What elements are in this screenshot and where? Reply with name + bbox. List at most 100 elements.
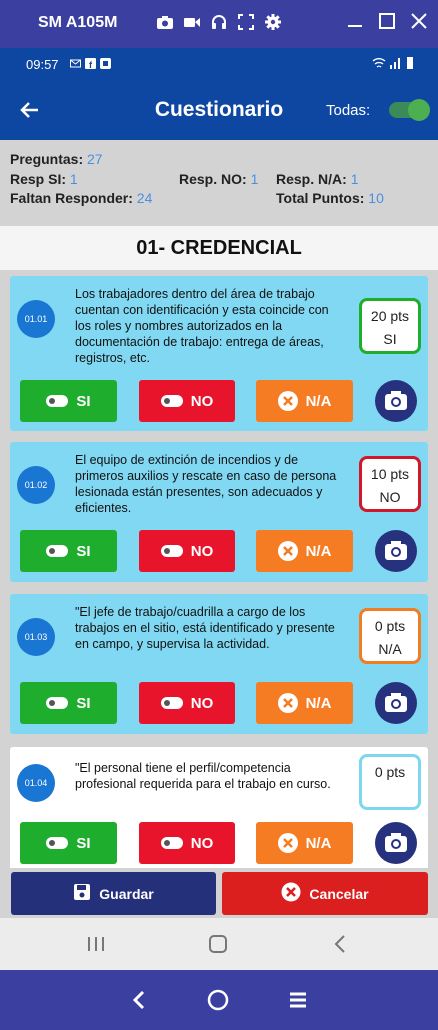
preguntas-value: 27 — [87, 151, 103, 167]
back-icon[interactable] — [330, 934, 350, 954]
points-value: 0 pts — [374, 764, 406, 780]
cancel-button[interactable]: Cancelar — [222, 872, 428, 915]
si-label: SI — [76, 392, 91, 410]
todas-toggle[interactable] — [389, 99, 430, 121]
home-icon[interactable] — [208, 934, 228, 954]
si-button[interactable]: SI — [20, 380, 117, 422]
no-label: NO — [190, 834, 214, 852]
total-value: 10 — [368, 190, 384, 206]
toggle-icon — [160, 545, 183, 557]
camera-button[interactable] — [375, 530, 417, 572]
na-button[interactable]: N/A — [256, 380, 353, 422]
camera-button[interactable] — [375, 682, 417, 724]
na-button[interactable]: N/A — [256, 822, 353, 864]
si-button[interactable]: SI — [20, 682, 117, 724]
summary-preguntas: Preguntas: 27 — [10, 151, 103, 167]
si-button[interactable]: SI — [20, 530, 117, 572]
status-system-icons — [372, 56, 414, 70]
toggle-icon — [160, 837, 183, 849]
answer-value: NO — [379, 489, 401, 505]
chevron-left-icon[interactable] — [128, 989, 150, 1011]
page-title: Cuestionario — [154, 98, 284, 121]
question-card: 01.04 "El personal tiene el perfil/compe… — [10, 747, 428, 868]
status-notification-icons: f — [70, 57, 111, 70]
camera-icon — [375, 541, 417, 576]
app-bar: Cuestionario Todas: — [0, 80, 438, 140]
no-button[interactable]: NO — [139, 530, 235, 572]
resp-na-value: 1 — [350, 171, 359, 187]
facebook-icon: f — [85, 57, 96, 70]
todas-label: Todas: — [326, 102, 371, 119]
save-floppy-icon — [73, 883, 91, 904]
points-value: 0 pts — [374, 618, 406, 634]
window-tools — [156, 13, 282, 31]
close-circle-icon — [277, 391, 298, 411]
save-label: Guardar — [99, 885, 154, 902]
status-time: 09:57 — [26, 57, 59, 72]
na-label: N/A — [305, 834, 332, 852]
points-value: 10 pts — [370, 466, 410, 482]
signal-icon — [390, 56, 402, 70]
close-circle-icon — [277, 541, 298, 561]
camera-icon — [375, 693, 417, 728]
total-label: Total Puntos: — [276, 190, 365, 206]
camera-icon — [375, 833, 417, 868]
close-circle-icon — [277, 693, 298, 713]
battery-icon — [406, 56, 414, 70]
resp-na-label: Resp. N/A: — [276, 171, 347, 187]
question-card: 01.03 "El jefe de trabajo/cuadrilla a ca… — [10, 594, 428, 734]
summary-faltan: Faltan Responder: 24 — [10, 190, 152, 206]
toggle-icon — [46, 697, 69, 709]
summary-panel: Preguntas: 27 Resp SI: 1 Resp. NO: 1 Res… — [0, 140, 438, 226]
summary-resp-si: Resp SI: 1 — [10, 171, 78, 187]
toggle-icon — [46, 395, 69, 407]
question-number: 01.03 — [17, 618, 55, 656]
no-button[interactable]: NO — [139, 822, 235, 864]
home-circle-icon[interactable] — [207, 989, 229, 1011]
points-badge: 0 pts — [359, 754, 421, 810]
answer-value: SI — [383, 331, 397, 347]
resp-no-label: Resp. NO: — [179, 171, 247, 187]
si-label: SI — [76, 694, 91, 712]
si-button[interactable]: SI — [20, 822, 117, 864]
question-text: "El jefe de trabajo/cuadrilla a cargo de… — [75, 605, 335, 651]
preguntas-label: Preguntas: — [10, 151, 84, 167]
record-icon[interactable] — [183, 13, 201, 31]
headset-icon[interactable] — [210, 13, 228, 31]
questions-list[interactable]: 01.01 Los trabajadores dentro del área d… — [0, 270, 438, 868]
save-button[interactable]: Guardar — [11, 872, 216, 915]
settings-gear-icon[interactable] — [264, 13, 282, 31]
resp-si-value: 1 — [69, 171, 78, 187]
no-button[interactable]: NO — [139, 682, 235, 724]
back-arrow-icon[interactable] — [18, 98, 42, 122]
app-icon — [100, 57, 111, 69]
question-text: Los trabajadores dentro del área de trab… — [75, 287, 329, 365]
close-icon[interactable] — [410, 12, 428, 30]
toggle-icon — [160, 395, 183, 407]
emulator-bottom-bar — [0, 970, 438, 1030]
na-label: N/A — [305, 694, 332, 712]
toggle-knob — [408, 99, 430, 121]
na-button[interactable]: N/A — [256, 530, 353, 572]
status-bar: 09:57 f — [0, 48, 438, 80]
minimize-icon[interactable] — [346, 12, 364, 30]
fullscreen-icon[interactable] — [237, 13, 255, 31]
no-button[interactable]: NO — [139, 380, 235, 422]
question-text: El equipo de extinción de incendios y de… — [75, 453, 337, 515]
maximize-icon[interactable] — [378, 12, 396, 30]
toggle-icon — [46, 545, 69, 557]
camera-button[interactable] — [375, 822, 417, 864]
no-label: NO — [190, 392, 214, 410]
na-button[interactable]: N/A — [256, 682, 353, 724]
menu-icon[interactable] — [287, 989, 309, 1011]
cancel-circle-icon — [281, 882, 301, 905]
resp-no-value: 1 — [250, 171, 259, 187]
camera-button[interactable] — [375, 380, 417, 422]
screenshot-icon[interactable] — [156, 13, 174, 31]
faltan-value: 24 — [136, 190, 153, 206]
recent-apps-icon[interactable] — [86, 934, 106, 954]
close-circle-icon — [277, 833, 298, 853]
summary-resp-no: Resp. NO: 1 — [179, 171, 258, 187]
window-controls — [346, 12, 428, 30]
summary-resp-na: Resp. N/A: 1 — [276, 171, 358, 187]
